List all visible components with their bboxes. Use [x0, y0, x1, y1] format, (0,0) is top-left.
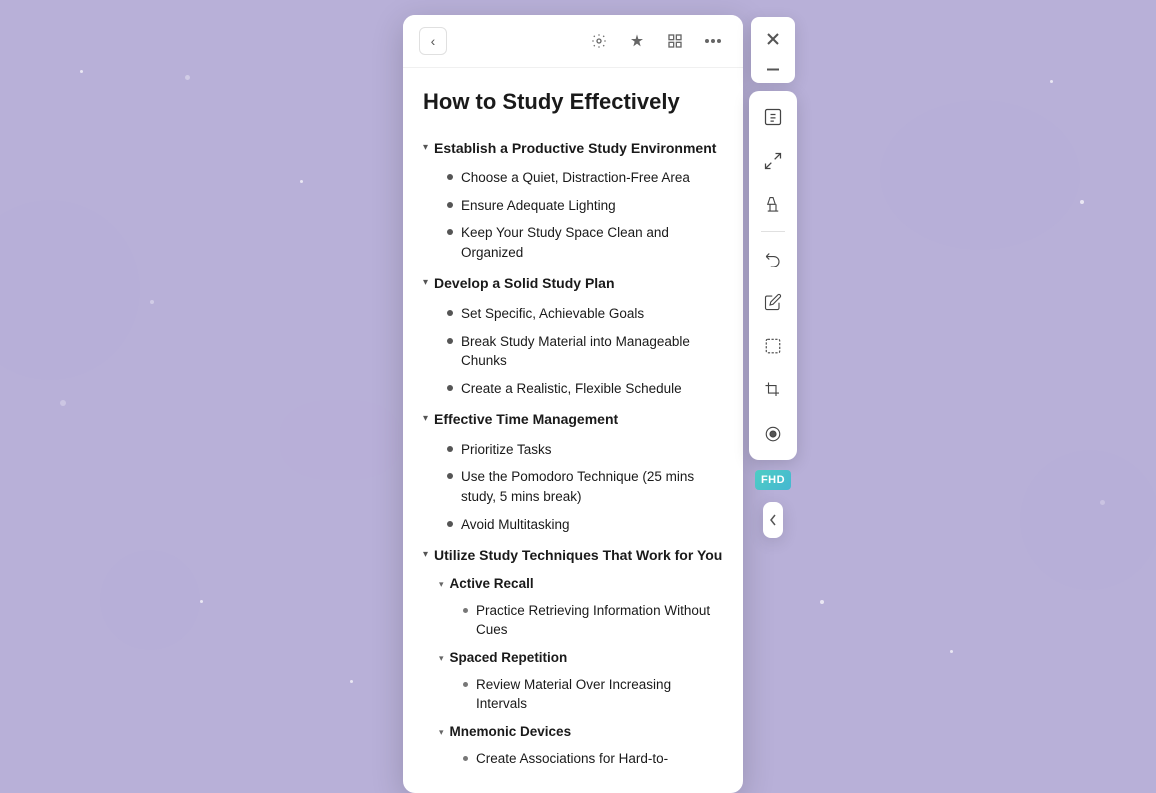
bullet-text: Prioritize Tasks	[461, 440, 552, 460]
list-item: Review Material Over Increasing Interval…	[463, 671, 723, 718]
list-item: Use the Pomodoro Technique (25 mins stud…	[447, 463, 723, 510]
sparkle-icon-btn[interactable]	[623, 27, 651, 55]
layers-tool-btn[interactable]	[755, 328, 791, 364]
bullet-dot	[447, 446, 453, 452]
back-button[interactable]: ‹	[419, 27, 447, 55]
nested-active-recall-title: Active Recall	[450, 576, 534, 591]
edit-tool-btn[interactable]	[755, 284, 791, 320]
nested-active-recall-header[interactable]: Active Recall	[439, 572, 723, 595]
close-button[interactable]	[755, 21, 791, 57]
fhd-badge[interactable]: FHD	[755, 470, 791, 490]
settings-icon-btn[interactable]	[585, 27, 613, 55]
grid-icon-btn[interactable]	[661, 27, 689, 55]
expand-panel-btn[interactable]	[763, 502, 783, 538]
bullet-text: Practice Retrieving Information Without …	[476, 601, 723, 640]
nested-mnemonic-list: Create Associations for Hard-to-	[439, 745, 723, 773]
bullet-dot	[447, 338, 453, 344]
list-item: Create a Realistic, Flexible Schedule	[447, 375, 723, 403]
section-study-plan-header[interactable]: Develop a Solid Study Plan	[423, 270, 723, 298]
nested-spaced-repetition-header[interactable]: Spaced Repetition	[439, 646, 723, 669]
bullet-text: Create Associations for Hard-to-	[476, 749, 668, 769]
content-area: How to Study Effectively Establish a Pro…	[403, 68, 743, 793]
bullet-text: Set Specific, Achievable Goals	[461, 304, 644, 324]
selection-tool-btn[interactable]	[755, 99, 791, 135]
section-time-mgmt-title: Effective Time Management	[434, 410, 618, 430]
nested-spaced-repetition-title: Spaced Repetition	[450, 650, 568, 665]
minimize-button[interactable]	[755, 59, 791, 79]
bullet-text: Keep Your Study Space Clean and Organize…	[461, 223, 723, 262]
document-panel: ‹	[403, 15, 743, 793]
list-item: Prioritize Tasks	[447, 436, 723, 464]
section-time-mgmt-list: Prioritize Tasks Use the Pomodoro Techni…	[423, 436, 723, 538]
section-establish-toggle	[423, 142, 428, 153]
top-bar-left: ‹	[419, 27, 447, 55]
bullet-text: Choose a Quiet, Distraction-Free Area	[461, 168, 690, 188]
fhd-container: FHD	[755, 470, 791, 490]
pin-tool-btn[interactable]	[755, 187, 791, 223]
toolbar-divider	[761, 231, 785, 232]
section-establish-title: Establish a Productive Study Environment	[434, 139, 716, 159]
list-item: Avoid Multitasking	[447, 511, 723, 539]
section-establish: Establish a Productive Study Environment…	[423, 135, 723, 267]
section-techniques-title: Utilize Study Techniques That Work for Y…	[434, 546, 722, 566]
top-bar-icons	[585, 27, 727, 55]
bullet-dot	[447, 174, 453, 180]
bullet-dot	[447, 385, 453, 391]
undo-tool-btn[interactable]	[755, 240, 791, 276]
list-item: Keep Your Study Space Clean and Organize…	[447, 219, 723, 266]
list-item: Ensure Adequate Lighting	[447, 192, 723, 220]
nested-active-recall-toggle	[439, 579, 444, 590]
bullet-dot	[447, 473, 453, 479]
section-study-plan-title: Develop a Solid Study Plan	[434, 274, 614, 294]
bullet-text: Break Study Material into Manageable Chu…	[461, 332, 723, 371]
bullet-dot	[463, 608, 468, 613]
bullet-text: Use the Pomodoro Technique (25 mins stud…	[461, 467, 723, 506]
document-title: How to Study Effectively	[423, 88, 723, 117]
bullet-text: Ensure Adequate Lighting	[461, 196, 616, 216]
section-time-mgmt-toggle	[423, 413, 428, 424]
list-item: Create Associations for Hard-to-	[463, 745, 723, 773]
nested-spaced-repetition: Spaced Repetition Review Material Over I…	[423, 646, 723, 718]
section-study-plan-toggle	[423, 277, 428, 288]
section-time-mgmt-header[interactable]: Effective Time Management	[423, 406, 723, 434]
record-tool-btn[interactable]	[755, 416, 791, 452]
nested-mnemonic-toggle	[439, 727, 444, 738]
bullet-dot	[447, 310, 453, 316]
right-toolbar: FHD	[749, 17, 797, 538]
tools-panel	[749, 91, 797, 460]
nested-spaced-repetition-list: Review Material Over Increasing Interval…	[439, 671, 723, 718]
section-techniques: Utilize Study Techniques That Work for Y…	[423, 542, 723, 772]
section-establish-list: Choose a Quiet, Distraction-Free Area En…	[423, 164, 723, 266]
crop-tool-btn[interactable]	[755, 372, 791, 408]
top-bar: ‹	[403, 15, 743, 68]
nested-active-recall-list: Practice Retrieving Information Without …	[439, 597, 723, 644]
nested-spaced-repetition-toggle	[439, 653, 444, 664]
more-options-btn[interactable]	[699, 27, 727, 55]
bullet-dot	[463, 682, 468, 687]
section-techniques-header[interactable]: Utilize Study Techniques That Work for Y…	[423, 542, 723, 570]
list-item: Set Specific, Achievable Goals	[447, 300, 723, 328]
bullet-dot	[447, 202, 453, 208]
bullet-text: Review Material Over Increasing Interval…	[476, 675, 723, 714]
section-techniques-toggle	[423, 549, 428, 560]
bullet-dot	[447, 521, 453, 527]
section-study-plan-list: Set Specific, Achievable Goals Break Stu…	[423, 300, 723, 402]
bullet-dot	[463, 756, 468, 761]
fullscreen-tool-btn[interactable]	[755, 143, 791, 179]
section-study-plan: Develop a Solid Study Plan Set Specific,…	[423, 270, 723, 402]
nested-mnemonic: Mnemonic Devices Create Associations for…	[423, 720, 723, 773]
nested-active-recall: Active Recall Practice Retrieving Inform…	[423, 572, 723, 644]
list-item: Choose a Quiet, Distraction-Free Area	[447, 164, 723, 192]
bullet-text: Avoid Multitasking	[461, 515, 570, 535]
section-time-mgmt: Effective Time Management Prioritize Tas…	[423, 406, 723, 538]
list-item: Practice Retrieving Information Without …	[463, 597, 723, 644]
bullet-dot	[447, 229, 453, 235]
bullet-text: Create a Realistic, Flexible Schedule	[461, 379, 682, 399]
list-item: Break Study Material into Manageable Chu…	[447, 328, 723, 375]
back-icon: ‹	[431, 33, 436, 49]
section-establish-header[interactable]: Establish a Productive Study Environment	[423, 135, 723, 163]
nested-mnemonic-title: Mnemonic Devices	[450, 724, 572, 739]
